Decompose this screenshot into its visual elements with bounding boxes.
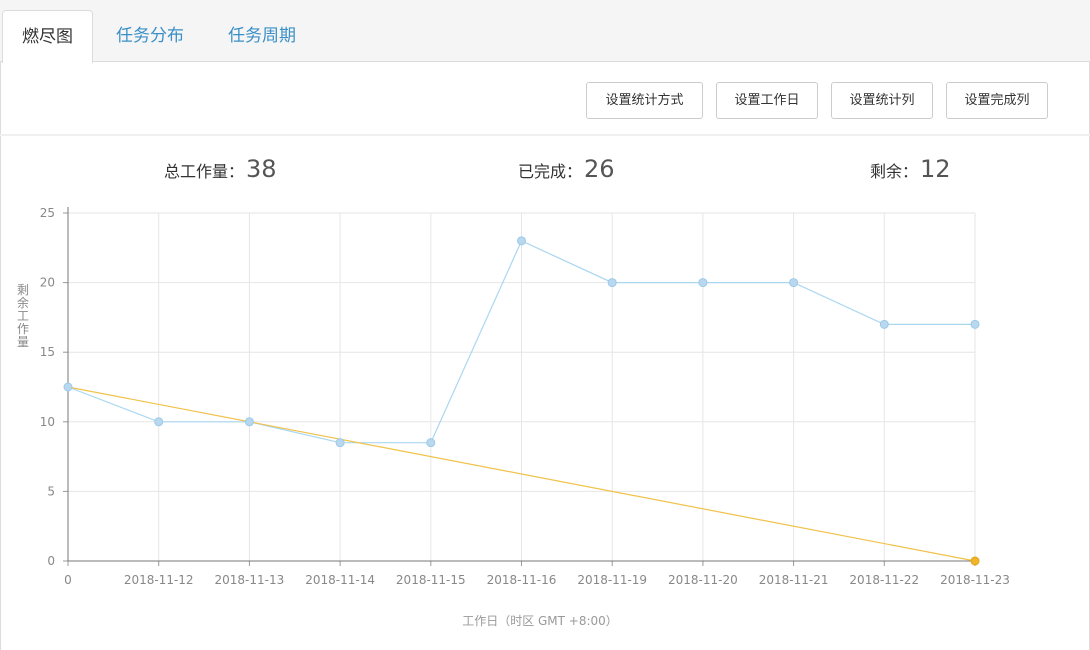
actual-remaining-point bbox=[335, 438, 345, 448]
set-statistic-method-button[interactable]: 设置统计方式 bbox=[586, 82, 703, 119]
actual-remaining-point bbox=[789, 278, 799, 288]
x-tick-label: 0 bbox=[64, 573, 72, 587]
completed-value: 26 bbox=[584, 155, 615, 183]
completed-stat: 已完成：26 bbox=[518, 152, 615, 186]
set-statistic-column-button[interactable]: 设置统计列 bbox=[831, 82, 933, 119]
actual-remaining-point bbox=[970, 319, 980, 329]
x-tick-label: 2018-11-20 bbox=[668, 573, 738, 587]
total-workload-stat: 总工作量：38 bbox=[164, 152, 277, 186]
x-tick-label: 2018-11-23 bbox=[940, 573, 1010, 587]
tab-task-distribution[interactable]: 任务分布 bbox=[98, 10, 202, 63]
x-tick-label: 2018-11-16 bbox=[487, 573, 557, 587]
y-tick-label: 0 bbox=[47, 554, 55, 568]
tab-burndown[interactable]: 燃尽图 bbox=[2, 10, 93, 63]
total-workload-value: 38 bbox=[246, 155, 277, 183]
y-tick-labels: 0 5 10 15 20 25 bbox=[40, 206, 55, 568]
y-tick-label: 10 bbox=[40, 415, 55, 429]
y-tick-label: 20 bbox=[40, 276, 55, 290]
x-tick-label: 2018-11-12 bbox=[124, 573, 194, 587]
actual-remaining-point bbox=[517, 236, 526, 246]
x-tick-label: 2018-11-15 bbox=[396, 573, 466, 587]
x-tick-label: 2018-11-13 bbox=[215, 573, 285, 587]
actual-remaining-point bbox=[244, 417, 254, 427]
remaining-stat: 剩余：12 bbox=[870, 152, 951, 186]
chart-grid bbox=[68, 212, 976, 561]
y-axis-label-char: 作 bbox=[17, 322, 29, 336]
y-axis-label-char: 剩 bbox=[17, 283, 29, 297]
actual-remaining-point bbox=[63, 382, 73, 392]
remaining-value: 12 bbox=[920, 155, 951, 183]
y-axis-label-char: 工 bbox=[17, 309, 29, 323]
tab-bar: 燃尽图 任务分布 任务周期 bbox=[0, 0, 1090, 63]
actual-remaining-point bbox=[698, 278, 708, 288]
set-done-column-button[interactable]: 设置完成列 bbox=[946, 82, 1048, 119]
chart-axes bbox=[63, 207, 976, 566]
set-workdays-button[interactable]: 设置工作日 bbox=[716, 82, 818, 119]
x-tick-label: 2018-11-14 bbox=[305, 573, 375, 587]
x-tick-label: 2018-11-19 bbox=[577, 573, 647, 587]
x-axis-label: 工作日（时区 GMT +8:00） bbox=[462, 614, 618, 628]
y-axis-label-char: 量 bbox=[17, 335, 29, 349]
y-tick-label: 25 bbox=[40, 206, 55, 220]
y-axis-label-char: 余 bbox=[17, 295, 29, 310]
ideal-burndown-point bbox=[970, 556, 980, 566]
y-tick-label: 15 bbox=[40, 345, 55, 359]
actual-remaining-point bbox=[607, 278, 617, 288]
actual-remaining-point bbox=[879, 319, 889, 329]
x-tick-labels: 0 2018-11-12 2018-11-13 2018-11-14 2018-11-1… bbox=[64, 573, 1010, 587]
actual-remaining-point bbox=[426, 438, 436, 448]
x-tick-label: 2018-11-21 bbox=[759, 573, 829, 587]
y-axis-label: 剩余工作量 bbox=[17, 283, 29, 349]
actual-remaining-point bbox=[154, 417, 164, 427]
y-tick-label: 5 bbox=[47, 484, 55, 498]
completed-label: 已完成： bbox=[518, 162, 583, 181]
toolbar-divider bbox=[0, 134, 1090, 136]
burndown-chart: 0 5 10 15 20 25 0 2018-11-12 2018-11-13 2018-11-… bbox=[17, 206, 1010, 628]
x-tick-label: 2018-11-22 bbox=[849, 573, 919, 587]
tab-task-cycle[interactable]: 任务周期 bbox=[210, 10, 314, 63]
remaining-label: 剩余： bbox=[870, 162, 919, 181]
total-workload-label: 总工作量： bbox=[164, 162, 245, 181]
